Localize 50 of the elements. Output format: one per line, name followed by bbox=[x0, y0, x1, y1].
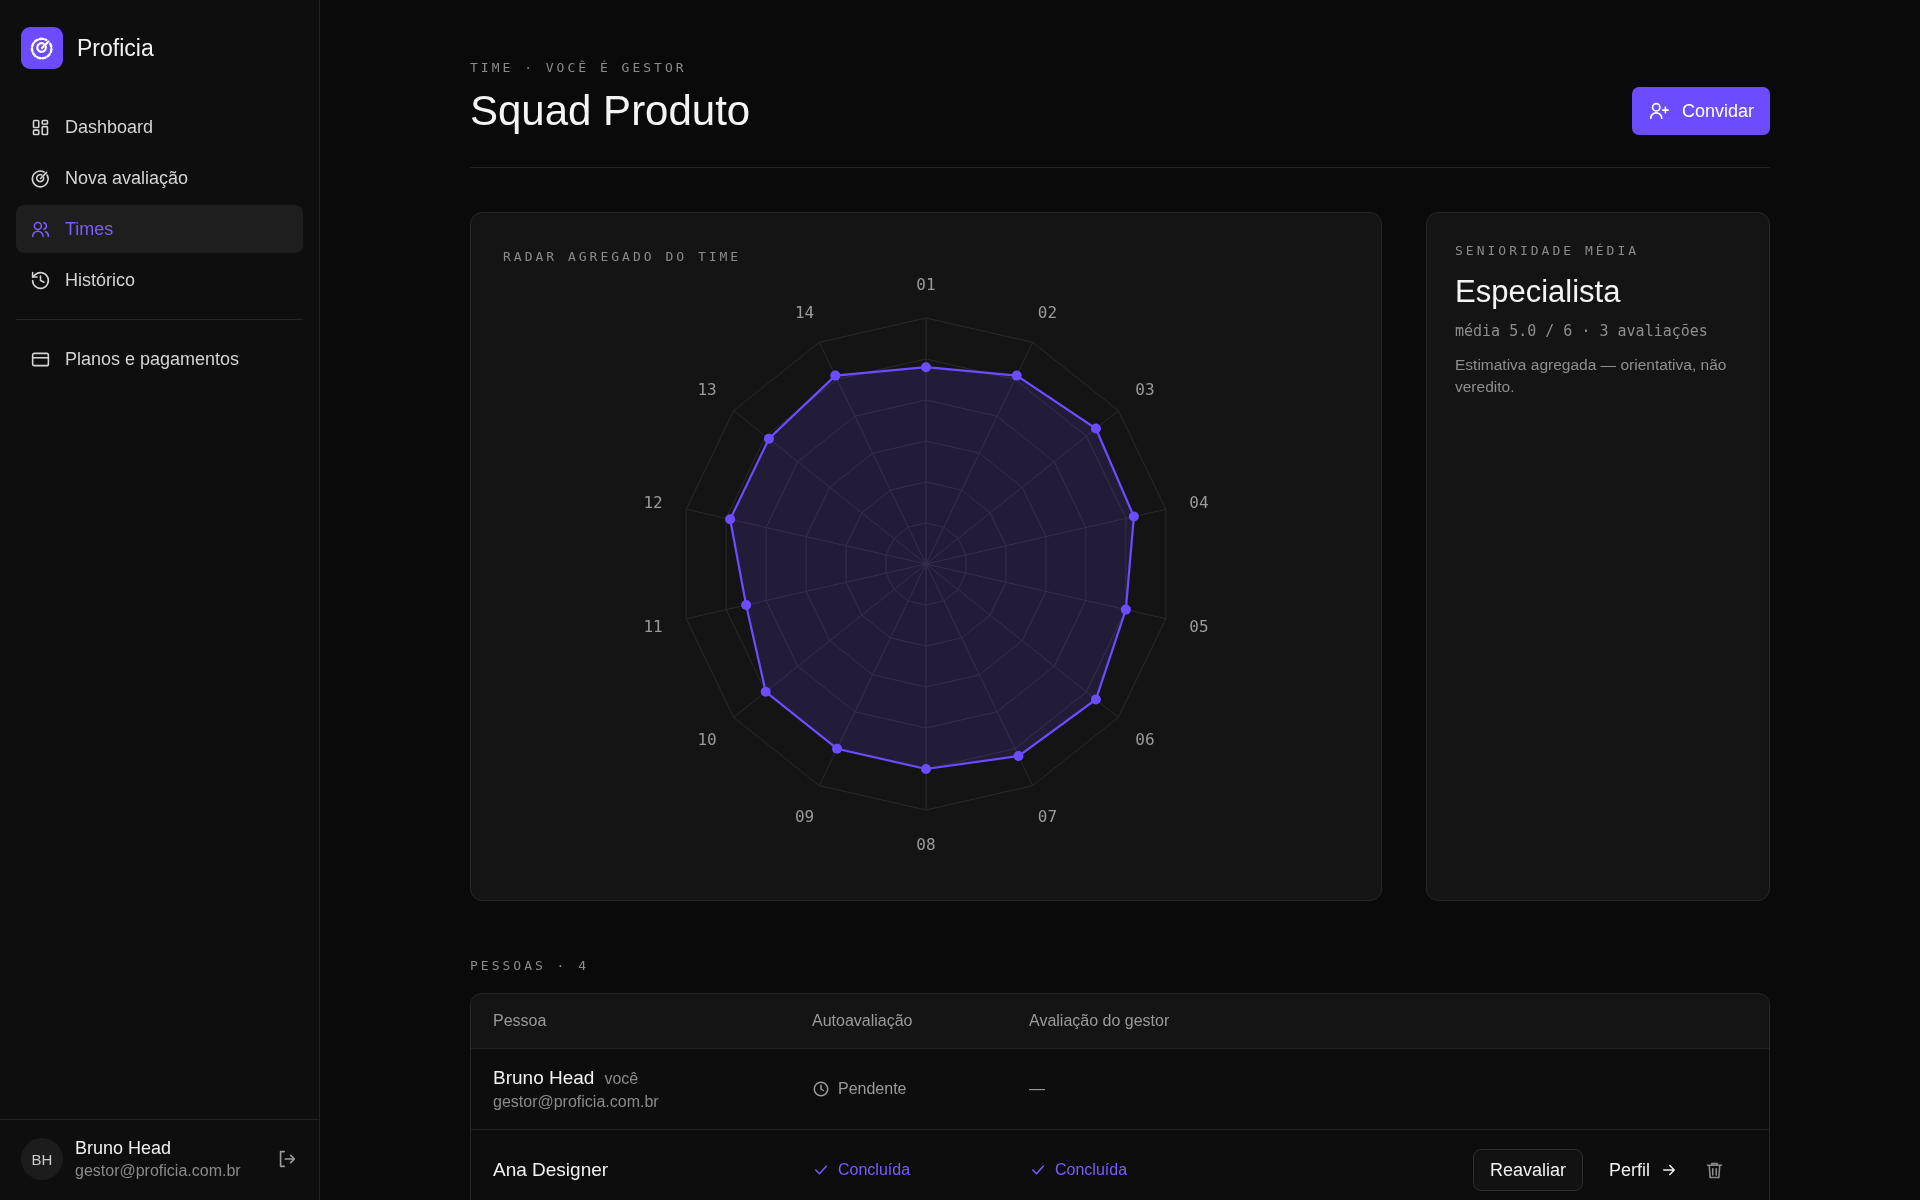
column-header: Avaliação do gestor bbox=[1029, 1012, 1171, 1030]
axis-label: 07 bbox=[1037, 807, 1058, 827]
logo-icon bbox=[21, 27, 63, 69]
section-heading: PESSOAS · 4 bbox=[470, 958, 591, 973]
axis-label: 13 bbox=[697, 380, 717, 400]
page-eyebrow: TIME · VOCÊ É GESTOR bbox=[470, 60, 688, 75]
seniority-stats: média 5.0 / 6 · 3 avaliações bbox=[1455, 322, 1709, 340]
page-title: Squad Produto bbox=[470, 87, 751, 135]
brand-name: Proficia bbox=[77, 34, 154, 62]
card-title: SENIORIDADE MÉDIA bbox=[1455, 243, 1641, 258]
person-name: Ana Designer bbox=[493, 1159, 609, 1181]
nav-item[interactable]: Nova avaliação bbox=[16, 154, 303, 202]
nav-item[interactable]: Histórico bbox=[16, 256, 303, 304]
invite-button[interactable]: Convidar bbox=[1631, 87, 1770, 135]
axis-label: 05 bbox=[1189, 617, 1209, 637]
status-text: Pendente bbox=[838, 1080, 907, 1098]
user-name: Bruno Head bbox=[75, 1138, 173, 1159]
seniority-note: Estimativa agregada — orientativa, não veredito. bbox=[1455, 355, 1728, 397]
clock-icon bbox=[812, 1080, 830, 1098]
you-tag: você bbox=[604, 1070, 639, 1088]
history-icon bbox=[30, 269, 51, 291]
add-user-icon bbox=[1647, 100, 1670, 122]
user-avatar: BH bbox=[21, 1138, 63, 1180]
status-text: Concluída bbox=[1055, 1161, 1128, 1179]
empty-dash: — bbox=[1029, 1080, 1046, 1098]
axis-label: 08 bbox=[916, 835, 936, 854]
nav-item[interactable]: Dashboard bbox=[16, 103, 303, 151]
seniority-level: Especialista bbox=[1455, 274, 1622, 310]
axis-label: 02 bbox=[1037, 302, 1058, 322]
person-name: Bruno Head bbox=[493, 1067, 595, 1089]
axis-label: 03 bbox=[1135, 380, 1155, 400]
column-header: Pessoa bbox=[493, 1012, 548, 1030]
target-icon bbox=[30, 167, 51, 189]
axis-label: 10 bbox=[697, 729, 717, 749]
axis-label: 11 bbox=[643, 617, 663, 637]
profile-link[interactable]: Perfil bbox=[1609, 1159, 1678, 1181]
axis-label: 14 bbox=[794, 302, 815, 322]
reevaluate-button[interactable]: Reavaliar bbox=[1472, 1149, 1583, 1191]
nav-item[interactable]: Times bbox=[16, 205, 303, 253]
axis-label: 12 bbox=[643, 492, 663, 512]
axis-label: 04 bbox=[1189, 492, 1209, 512]
nav-item[interactable]: Planos e pagamentos bbox=[16, 335, 303, 383]
user-email: gestor@proficia.com.br bbox=[75, 1162, 242, 1180]
status-text: Concluída bbox=[838, 1161, 911, 1179]
axis-label: 06 bbox=[1135, 729, 1155, 749]
card-title: RADAR AGREGADO DO TIME bbox=[503, 249, 743, 264]
column-header: Autoavaliação bbox=[812, 1012, 914, 1030]
axis-label: 09 bbox=[794, 807, 815, 827]
person-email: gestor@proficia.com.br bbox=[493, 1093, 660, 1111]
axis-label: 01 bbox=[916, 275, 936, 294]
